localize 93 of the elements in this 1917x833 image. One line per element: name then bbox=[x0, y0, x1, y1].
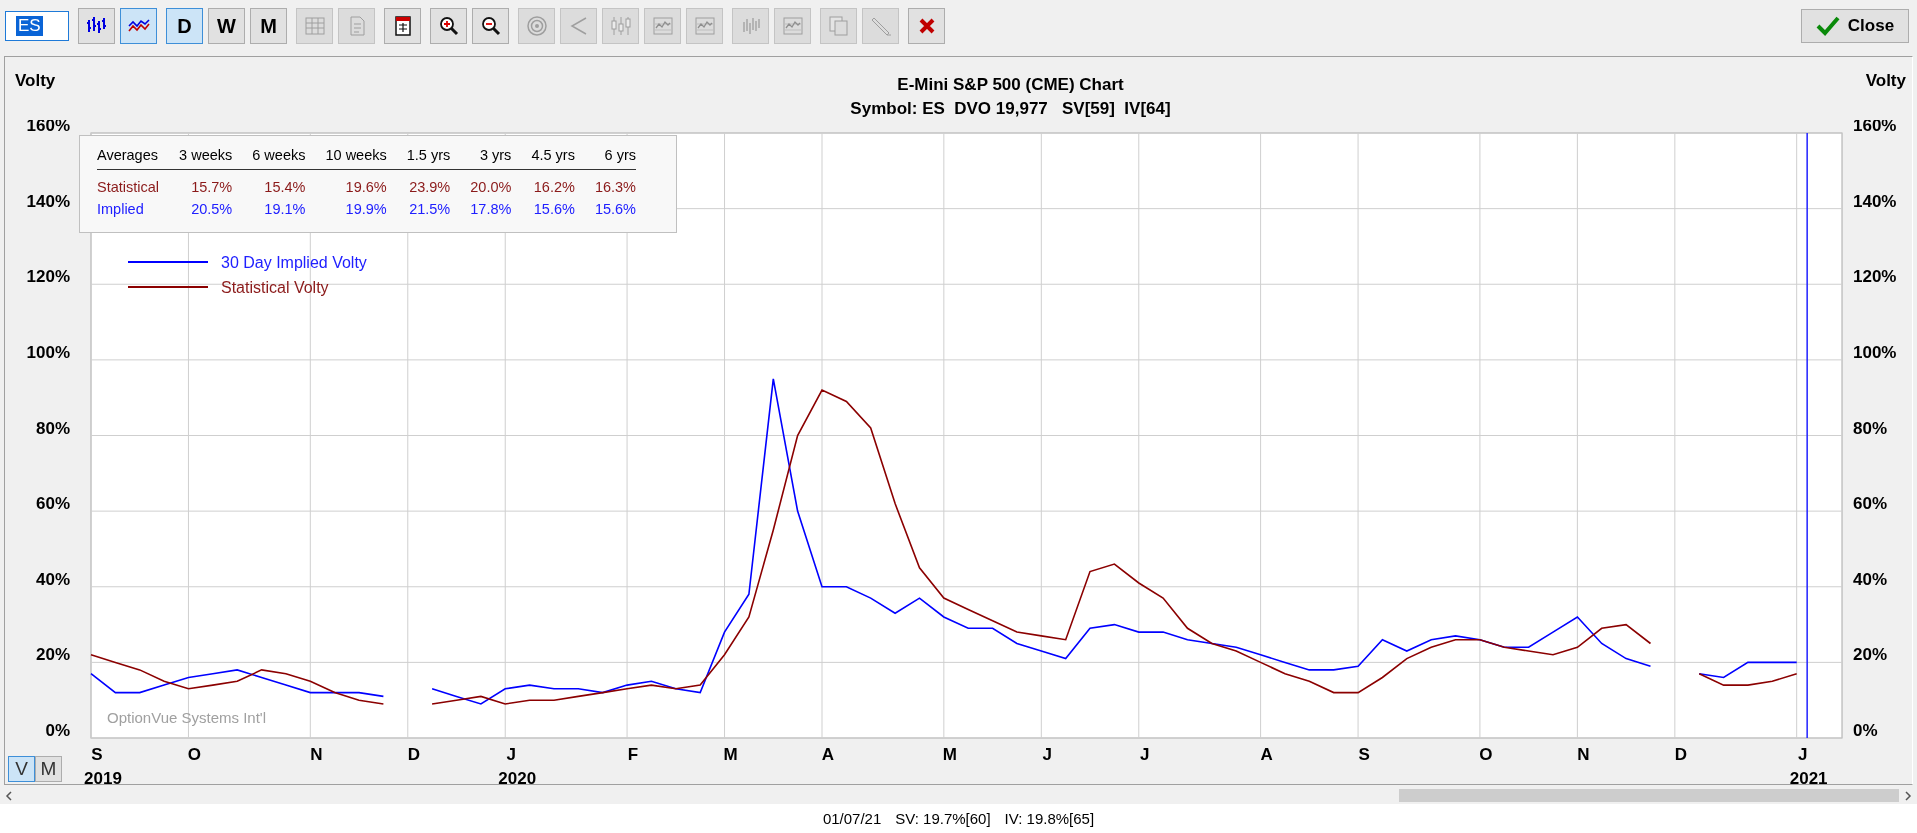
column-header: 4.5 yrs bbox=[511, 147, 575, 170]
column-header: 3 weeks bbox=[159, 147, 233, 170]
x-axis-label: J bbox=[1140, 745, 1150, 764]
candlestick-icon bbox=[608, 14, 633, 38]
view-toggle-button[interactable]: M bbox=[35, 756, 62, 782]
column-header: 10 weeks bbox=[305, 147, 387, 170]
x-axis-label: N bbox=[310, 745, 323, 764]
year-label: 2021 bbox=[1789, 769, 1828, 784]
close-button[interactable]: Close bbox=[1801, 9, 1909, 43]
x-axis-label: J bbox=[1797, 745, 1808, 764]
x-axis-label: M bbox=[723, 745, 738, 764]
x-axis-label: O bbox=[187, 745, 202, 764]
column-header: 6 yrs bbox=[574, 147, 636, 170]
x-axis-label: D bbox=[407, 745, 420, 764]
x-axis-label: D bbox=[1674, 745, 1687, 764]
row-label: Implied bbox=[97, 200, 145, 219]
x-axis-label: A bbox=[1260, 745, 1273, 764]
y-axis-label: 140% bbox=[26, 191, 70, 211]
y-axis-label: 40% bbox=[1853, 569, 1888, 589]
table-cell: 15.6% bbox=[574, 198, 636, 220]
y-axis-label: 0% bbox=[45, 721, 70, 740]
status-text: IV: 19.8%[65] bbox=[1004, 810, 1095, 827]
x-axis-label: M bbox=[942, 745, 957, 764]
y-axis-label: 60% bbox=[1853, 494, 1888, 514]
cursor-line[interactable] bbox=[1806, 132, 1808, 739]
status-text: 01/07/21 bbox=[822, 810, 882, 827]
y-axis-label: 20% bbox=[1853, 645, 1888, 665]
year-label: 2020 bbox=[498, 769, 537, 784]
table-cell: 21.5% bbox=[386, 198, 451, 220]
scrollbar-thumb[interactable] bbox=[1399, 789, 1899, 802]
y-axis-label: 160% bbox=[1853, 120, 1897, 135]
column-header: Averages bbox=[97, 147, 160, 170]
chart-subtitle: Symbol: ES DVO 19,977 SV[59] IV[64] bbox=[850, 98, 1171, 120]
x-axis-label: F bbox=[627, 745, 639, 764]
table-cell: 17.8% bbox=[450, 198, 512, 220]
table-cell: 19.6% bbox=[305, 169, 387, 198]
axis-title: Volty bbox=[15, 71, 56, 91]
legend-label: Statistical Volty bbox=[221, 279, 329, 296]
y-axis-label: 80% bbox=[1853, 418, 1888, 438]
year-label: 2019 bbox=[84, 769, 122, 784]
table-cell: 23.9% bbox=[386, 169, 451, 198]
credit-text: OptionVue Systems Int'l bbox=[107, 708, 267, 726]
row-label: Statistical bbox=[97, 169, 160, 198]
column-header: 6 weeks bbox=[232, 147, 306, 170]
table-cell: 19.1% bbox=[232, 198, 306, 220]
table-cell: 16.2% bbox=[511, 169, 575, 198]
toolbar-button[interactable] bbox=[472, 8, 509, 44]
period-button[interactable]: D bbox=[166, 8, 203, 44]
y-axis-label: 120% bbox=[26, 267, 70, 287]
legend-label: 30 Day Implied Volty bbox=[221, 254, 367, 271]
toolbar-button[interactable] bbox=[430, 8, 467, 44]
period-button[interactable]: W bbox=[208, 8, 245, 44]
x-axis-label: A bbox=[821, 745, 835, 764]
chart-grid-icon bbox=[780, 14, 805, 38]
y-axis-label: 80% bbox=[35, 418, 70, 438]
x-axis-label: S bbox=[91, 745, 103, 764]
target-icon bbox=[524, 14, 549, 38]
column-header: 3 yrs bbox=[450, 147, 512, 170]
checkmark-icon bbox=[1815, 15, 1840, 37]
y-axis-label: 120% bbox=[1853, 267, 1897, 287]
table-cell: 19.9% bbox=[305, 198, 387, 220]
x-axis-label: N bbox=[1577, 745, 1590, 764]
y-axis-label: 100% bbox=[1853, 342, 1897, 362]
toolbar-button[interactable] bbox=[384, 8, 421, 44]
y-axis-label: 20% bbox=[35, 645, 70, 665]
y-axis-label: 140% bbox=[1853, 191, 1897, 211]
table-cell: 15.7% bbox=[159, 169, 233, 198]
status-text: SV: 19.7%[60] bbox=[895, 810, 991, 827]
x-axis-label: O bbox=[1479, 745, 1493, 764]
view-toggle-button[interactable]: V bbox=[8, 756, 35, 782]
table-cell: 16.3% bbox=[574, 169, 636, 198]
copy-icon bbox=[826, 14, 851, 38]
chart-grid-icon bbox=[692, 14, 717, 38]
y-axis-label: 60% bbox=[35, 494, 70, 514]
x-axis-label: S bbox=[1358, 745, 1370, 764]
table-cell: 15.4% bbox=[232, 169, 306, 198]
period-button[interactable]: M bbox=[250, 8, 287, 44]
table-cell: 20.0% bbox=[450, 169, 512, 198]
table-cell: 15.6% bbox=[511, 198, 575, 220]
toolbar-button[interactable] bbox=[78, 8, 115, 44]
y-axis-label: 160% bbox=[26, 120, 70, 135]
y-axis-label: 100% bbox=[26, 342, 70, 362]
axis-title: Volty bbox=[1865, 71, 1906, 91]
table-cell-text: 20.5% bbox=[190, 200, 233, 219]
y-axis-label: 0% bbox=[1853, 721, 1878, 740]
chart-grid-icon bbox=[650, 14, 675, 38]
symbol-field[interactable]: ES bbox=[5, 11, 69, 41]
x-axis-label: J bbox=[1042, 745, 1053, 764]
x-axis-label: J bbox=[506, 745, 516, 764]
y-axis-label: 40% bbox=[35, 569, 70, 589]
grid-icon bbox=[302, 14, 327, 38]
chart-title: E-Mini S&P 500 (CME) Chart bbox=[897, 74, 1124, 96]
column-header: 1.5 yrs bbox=[386, 147, 451, 170]
